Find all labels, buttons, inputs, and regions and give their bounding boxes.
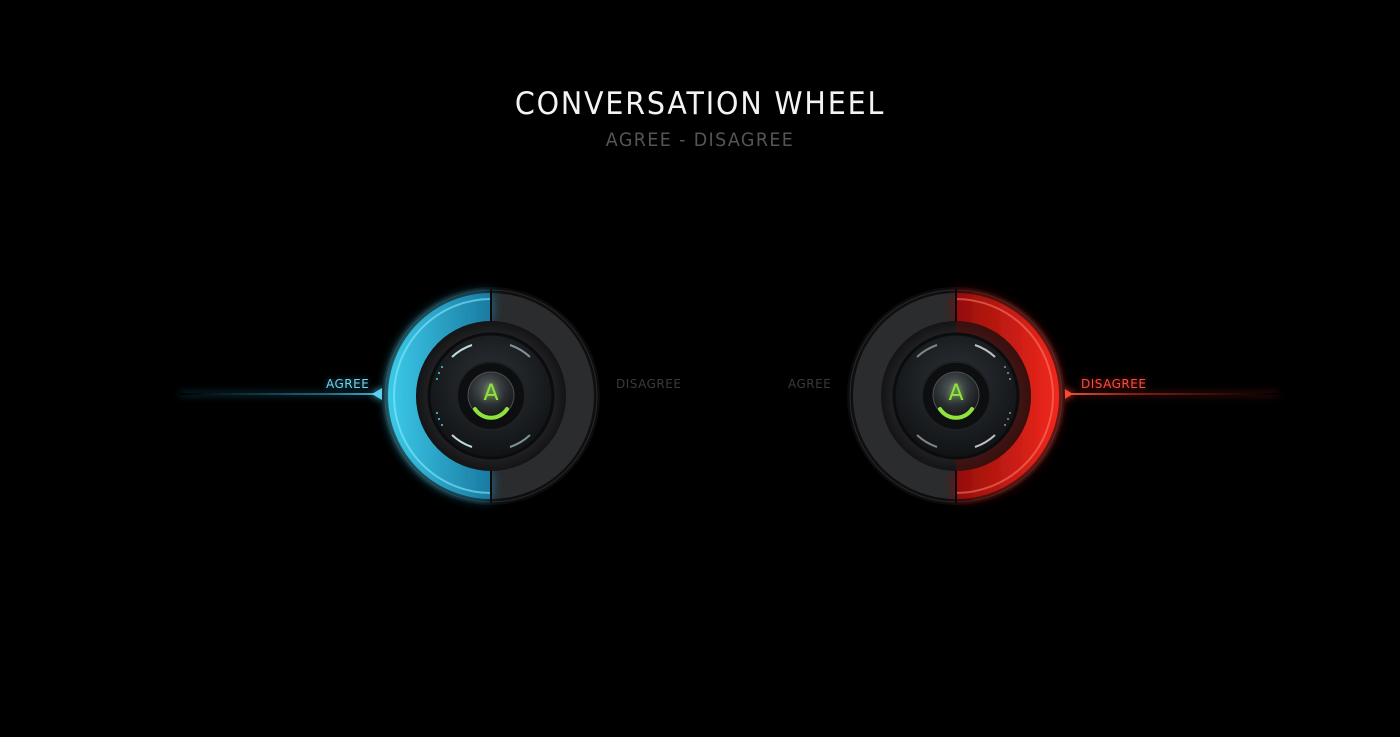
triangle-left-icon xyxy=(372,388,382,400)
option-disagree-label[interactable]: DISAGREE xyxy=(616,377,681,391)
option-disagree-label[interactable]: DISAGREE xyxy=(1081,377,1146,391)
page-title: CONVERSATION WHEEL xyxy=(514,86,886,122)
option-agree-label[interactable]: AGREE xyxy=(326,377,369,391)
a-button-letter: A xyxy=(948,380,964,406)
a-button-icon[interactable]: A xyxy=(933,372,979,418)
option-agree-label[interactable]: AGREE xyxy=(788,377,831,391)
a-button-icon[interactable]: A xyxy=(468,372,514,418)
conversation-wheel-agree[interactable]: A xyxy=(382,287,600,505)
a-button-letter: A xyxy=(483,380,499,406)
page-subtitle: AGREE - DISAGREE xyxy=(605,129,795,151)
agree-selection-beam xyxy=(180,393,390,395)
disagree-selection-beam xyxy=(1068,393,1278,395)
header: CONVERSATION WHEEL AGREE - DISAGREE xyxy=(0,84,1400,152)
conversation-wheel-disagree[interactable]: A xyxy=(847,287,1065,505)
